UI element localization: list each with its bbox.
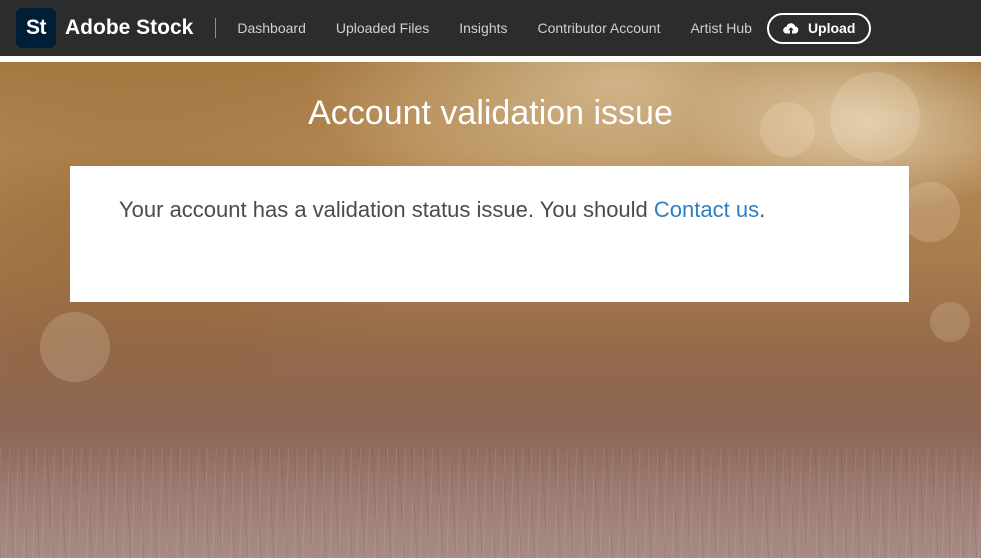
logo-text: St [26,16,47,39]
brand-name[interactable]: Adobe Stock [65,16,193,40]
brand-divider [215,18,217,38]
upload-button[interactable]: Upload [766,12,872,44]
nav-artist-hub[interactable]: Artist Hub [690,20,751,36]
message-text: Your account has a validation status iss… [119,197,654,222]
bokeh-light [40,312,110,382]
upload-button-label: Upload [807,20,856,36]
cloud-upload-icon [783,22,799,35]
main-nav: Dashboard Uploaded Files Insights Contri… [237,20,752,36]
grass-field [0,448,981,558]
nav-uploaded-files[interactable]: Uploaded Files [336,20,429,36]
message-card: Your account has a validation status iss… [70,166,909,302]
bokeh-light [930,302,970,342]
validation-message: Your account has a validation status iss… [119,196,860,224]
nav-contributor-account[interactable]: Contributor Account [538,20,661,36]
bokeh-light [900,182,960,242]
message-suffix: . [759,197,766,222]
top-navigation-bar: St Adobe Stock Dashboard Uploaded Files … [0,0,981,56]
nav-dashboard[interactable]: Dashboard [237,20,306,36]
background-photo [0,62,981,558]
nav-insights[interactable]: Insights [459,20,507,36]
contact-us-link[interactable]: Contact us [654,197,759,222]
page-title: Account validation issue [308,94,673,132]
adobe-stock-logo[interactable]: St [16,8,56,48]
